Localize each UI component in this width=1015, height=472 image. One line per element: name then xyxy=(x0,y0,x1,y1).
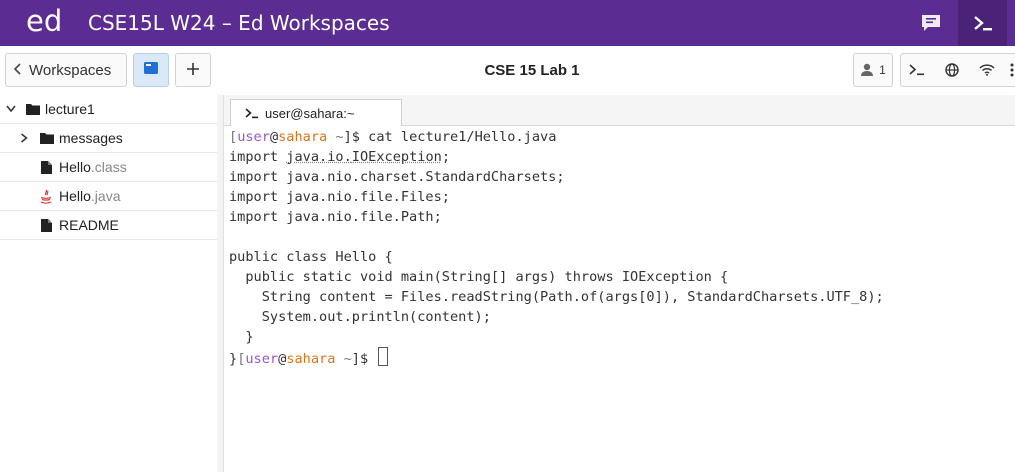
tree-item-label: messages xyxy=(59,130,123,146)
workspace-title: CSE 15 Lab 1 xyxy=(484,62,580,79)
file-extension: .class xyxy=(90,159,127,175)
add-button[interactable] xyxy=(175,53,211,87)
plus-icon xyxy=(186,59,200,82)
prompt-end: ]$ xyxy=(343,129,369,145)
terminal-line: System.out.println(content); xyxy=(229,309,491,325)
terminal-command: cat lecture1/Hello.java xyxy=(368,129,557,145)
terminal-icon[interactable] xyxy=(958,0,1007,46)
user-count: 1 xyxy=(879,63,886,77)
terminal-line: import java.nio.file.Path; xyxy=(229,209,442,225)
tree-item-label: Hello xyxy=(59,188,91,204)
tree-item-hello-java[interactable]: Hello.java xyxy=(0,182,217,211)
tree-item-hello-class[interactable]: Hello.class xyxy=(0,153,217,182)
prompt-end: ]$ xyxy=(351,351,377,367)
file-icon xyxy=(41,160,52,174)
workspaces-label: Workspaces xyxy=(29,61,112,79)
terminal-line: public class Hello { xyxy=(229,249,393,265)
folder-icon xyxy=(26,103,40,115)
terminal-line: import java.nio.charset.StandardCharsets… xyxy=(229,169,565,185)
terminal-output[interactable]: [user@sahara ~]$ cat lecture1/Hello.java… xyxy=(224,126,1015,472)
terminal-line: [user@sahara ~]$ cat lecture1/Hello.java xyxy=(229,127,556,147)
files-panel-toggle[interactable] xyxy=(133,53,169,87)
workspaces-button[interactable]: Workspaces xyxy=(5,53,127,87)
chat-icon[interactable] xyxy=(912,8,950,38)
globe-icon[interactable] xyxy=(936,54,968,86)
terminal-line: public static void main(String[] args) t… xyxy=(229,269,729,285)
app-header: ed CSE15L W24 – Ed Workspaces xyxy=(0,0,1015,46)
tree-item-messages[interactable]: messages xyxy=(0,124,217,153)
more-icon[interactable] xyxy=(1006,54,1015,86)
terminal-cursor xyxy=(378,347,389,366)
tool-button-group xyxy=(900,53,1015,87)
prompt-host: sahara xyxy=(286,351,336,367)
terminal-line: import java.io.IOException; xyxy=(229,147,450,167)
prompt-at: @ xyxy=(269,129,279,145)
chevron-down-icon[interactable] xyxy=(6,105,16,113)
ed-logo[interactable]: ed xyxy=(26,4,62,38)
prompt-bracket: [ xyxy=(229,129,238,145)
user-icon xyxy=(860,63,874,77)
terminal-line: String content = Files.readString(Path.o… xyxy=(229,289,884,305)
prompt-user: user xyxy=(237,129,270,145)
code-package: java.io. xyxy=(286,149,352,165)
users-button[interactable]: 1 xyxy=(853,53,893,87)
file-tree: lecture1 messages Hello.class Hello.java… xyxy=(0,95,218,472)
code-punct: ; xyxy=(441,149,450,165)
prompt-path: ~ xyxy=(327,129,344,145)
tree-item-label: README xyxy=(59,217,119,233)
prompt-host: sahara xyxy=(278,129,328,145)
file-icon xyxy=(41,218,52,232)
folder-icon xyxy=(40,132,54,144)
terminal-line: } xyxy=(229,329,254,345)
terminal-icon[interactable] xyxy=(901,54,933,86)
tree-item-readme[interactable]: README xyxy=(0,211,217,240)
chevron-right-icon[interactable] xyxy=(20,133,28,143)
panel-resize-handle[interactable] xyxy=(217,95,224,472)
terminal-line: }[user@sahara ~]$ xyxy=(229,347,389,367)
code-class: IOException xyxy=(351,149,442,165)
tab-label: user@sahara:~ xyxy=(265,105,355,121)
tab-terminal[interactable]: user@sahara:~ xyxy=(230,99,402,126)
prompt-path: ~ xyxy=(335,351,352,367)
files-icon xyxy=(144,61,158,79)
terminal-icon xyxy=(245,107,259,119)
terminal-tab-strip: user@sahara:~ xyxy=(224,95,1015,126)
chevron-left-icon xyxy=(13,62,22,79)
workspace-toolbar: Workspaces CSE 15 Lab 1 1 xyxy=(0,46,1015,96)
code-punct: } xyxy=(229,351,238,367)
app-title: CSE15L W24 – Ed Workspaces xyxy=(88,11,390,35)
java-icon xyxy=(40,189,52,204)
terminal-line: import java.nio.file.Files; xyxy=(229,189,450,205)
tree-item-lecture1[interactable]: lecture1 xyxy=(0,95,217,124)
prompt-user: user xyxy=(245,351,279,367)
tree-item-label: lecture1 xyxy=(45,101,95,117)
file-extension: .java xyxy=(90,188,121,204)
tree-item-label: Hello xyxy=(59,159,91,175)
wifi-icon[interactable] xyxy=(971,54,1003,86)
code-keyword: import xyxy=(229,149,287,165)
